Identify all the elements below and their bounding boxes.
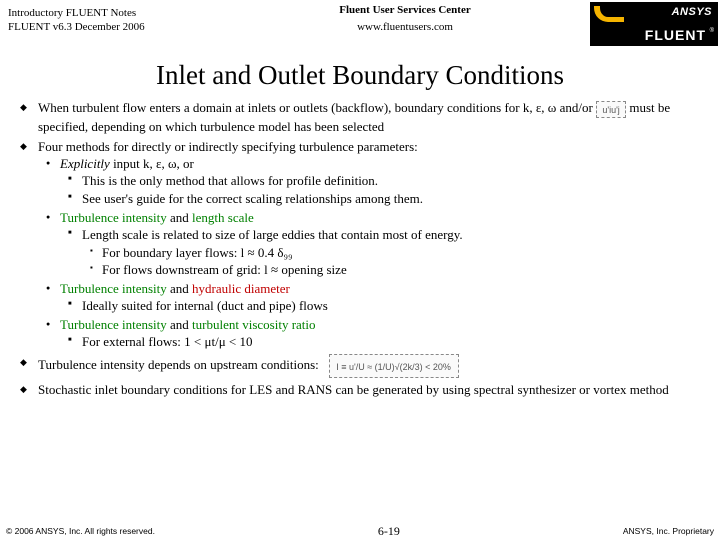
intensity-eq: I ≡ u'/U ≈ (1/U)√(2k/3) < 20% <box>329 354 459 378</box>
slide-title: Inlet and Outlet Boundary Conditions <box>0 60 720 91</box>
header-left: Introductory FLUENT Notes FLUENT v6.3 De… <box>0 0 220 35</box>
slide-content: When turbulent flow enters a domain at i… <box>0 99 720 398</box>
boundary-layer-eq: For boundary layer flows: l ≈ 0.4 δ₉₉ <box>82 244 706 261</box>
slide-header: Introductory FLUENT Notes FLUENT v6.3 De… <box>0 0 720 54</box>
logo-ansys-text: ANSYS <box>672 6 712 18</box>
explicit-note-scaling: See user's guide for the correct scaling… <box>60 190 706 207</box>
downstream-grid-eq: For flows downstream of grid: l ≈ openin… <box>82 261 706 278</box>
hydraulic-note: Ideally suited for internal (duct and pi… <box>60 297 706 314</box>
version-date: FLUENT v6.3 December 2006 <box>8 20 220 34</box>
service-center: Fluent User Services Center <box>220 4 590 16</box>
page-number: 6-19 <box>378 524 400 539</box>
registered-mark: ® <box>710 28 714 34</box>
length-scale-note: Length scale is related to size of large… <box>60 226 706 277</box>
method-intensity-length: Turbulence intensity and length scale Le… <box>38 209 706 278</box>
method-intensity-viscosity: Turbulence intensity and turbulent visco… <box>38 316 706 350</box>
logo-swoosh-icon <box>594 6 624 22</box>
website-url: www.fluentusers.com <box>220 21 590 33</box>
bullet-bc-intro: When turbulent flow enters a domain at i… <box>14 99 706 135</box>
bullet-stochastic: Stochastic inlet boundary conditions for… <box>14 381 706 398</box>
header-center: Fluent User Services Center www.fluentus… <box>220 0 590 33</box>
viscosity-ratio-note: For external flows: 1 < μt/μ < 10 <box>60 333 706 350</box>
ansys-fluent-logo: ANSYS FLUENT ® <box>590 2 718 46</box>
method-intensity-hydraulic: Turbulence intensity and hydraulic diame… <box>38 280 706 314</box>
bullet-four-methods: Four methods for directly or indirectly … <box>14 138 706 351</box>
logo-fluent-text: FLUENT <box>645 27 706 43</box>
notes-title: Introductory FLUENT Notes <box>8 6 220 20</box>
explicit-note-profile: This is the only method that allows for … <box>60 172 706 189</box>
proprietary-note: ANSYS, Inc. Proprietary <box>623 526 714 536</box>
copyright: © 2006 ANSYS, Inc. All rights reserved. <box>6 526 155 536</box>
method-explicit: Explicitly input k, ε, ω, or This is the… <box>38 155 706 207</box>
slide-footer: © 2006 ANSYS, Inc. All rights reserved. … <box>0 522 720 540</box>
reynolds-stress-eq: u'iu'j <box>596 101 626 118</box>
bullet-intensity-upstream: Turbulence intensity depends on upstream… <box>14 354 706 378</box>
